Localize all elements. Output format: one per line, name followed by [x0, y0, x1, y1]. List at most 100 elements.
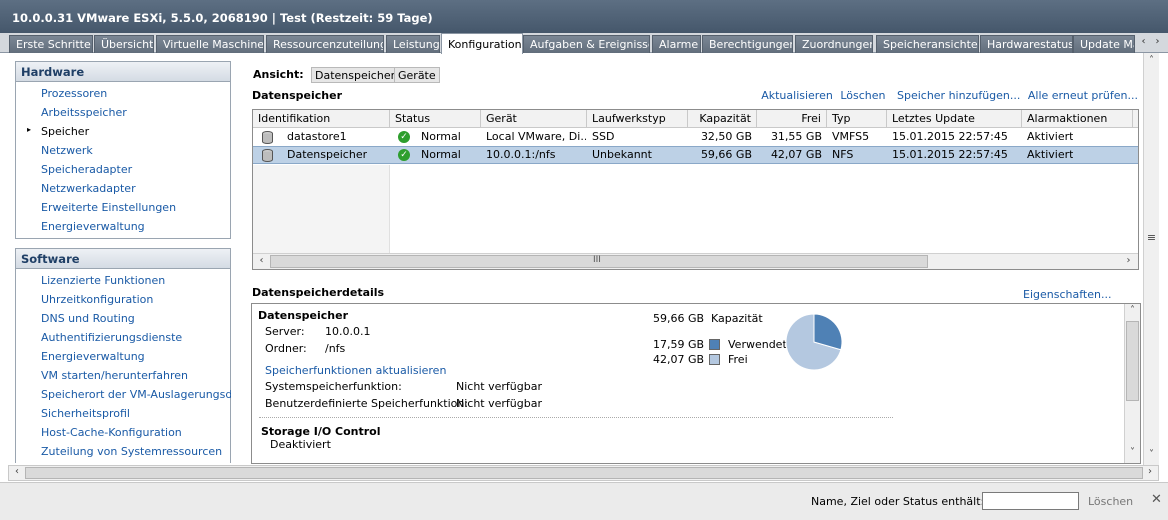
table-row-selected[interactable]: Datenspeicher ✓ Normal 10.0.0.1:/nfs Unb…	[253, 146, 1138, 164]
col-letztes-update[interactable]: Letztes Update	[887, 110, 1022, 128]
delete-link[interactable]: Löschen	[840, 89, 885, 102]
clear-filter-button[interactable]: Löschen	[1088, 495, 1133, 508]
tab-hardwarestatus[interactable]: Hardwarestatus	[980, 35, 1073, 53]
software-section: Software Lizenzierte Funktionen Uhrzeitk…	[15, 248, 231, 463]
cell-identifikation: Datenspeicher	[287, 148, 368, 161]
cell-kapazitaet: 59,66 GB	[700, 148, 752, 161]
nav-item-auslagerungsdatei[interactable]: Speicherort der VM-Auslagerungsdatei	[16, 388, 231, 407]
tab-bar: Erste Schritte Übersicht Virtuelle Masch…	[0, 33, 1168, 54]
tab-virtuelle-maschinen[interactable]: Virtuelle Maschinen	[156, 35, 264, 53]
tab-aufgaben-ereignisse[interactable]: Aufgaben & Ereignisse	[523, 35, 650, 53]
folder-label: Ordner:	[265, 342, 307, 355]
page-scroll-left-icon[interactable]: ‹	[10, 466, 24, 480]
nav-item-prozessoren[interactable]: Prozessoren	[16, 87, 230, 106]
cell-typ: NFS	[832, 148, 854, 161]
page-horizontal-scrollbar[interactable]: ‹ ›	[8, 465, 1159, 481]
status-bar: Name, Ziel oder Status enthält: ▾ Lösche…	[0, 482, 1168, 520]
cell-letztes-update: 15.01.2015 22:57:45	[892, 148, 1008, 161]
filter-label[interactable]: Name, Ziel oder Status enthält: ▾	[811, 495, 993, 508]
nav-item-dns-routing[interactable]: DNS und Routing	[16, 312, 230, 331]
view-datenspeicher-button[interactable]: Datenspeicher	[311, 67, 400, 83]
col-frei[interactable]: Frei	[757, 110, 827, 128]
system-feature-label: Systemspeicherfunktion:	[265, 380, 402, 393]
cell-laufwerkstyp: SSD	[592, 130, 615, 143]
nav-item-netzwerk[interactable]: Netzwerk	[16, 144, 230, 163]
tab-konfiguration[interactable]: Konfiguration	[441, 33, 523, 54]
details-scroll-thumb[interactable]	[1126, 321, 1139, 401]
close-icon[interactable]: ✕	[1151, 492, 1162, 507]
used-value: 17,59 GB	[653, 338, 705, 351]
tab-speicheransichten[interactable]: Speicheransichten	[876, 35, 979, 53]
nav-item-sicherheitsprofil[interactable]: Sicherheitsprofil	[16, 407, 230, 426]
col-geraet[interactable]: Gerät	[481, 110, 587, 128]
nav-item-uhrzeitkonfiguration[interactable]: Uhrzeitkonfiguration	[16, 293, 230, 312]
page-vertical-scrollbar[interactable]: ˄ ≡ ˅	[1143, 53, 1159, 465]
free-legend-swatch	[709, 354, 720, 365]
col-laufwerkstyp[interactable]: Laufwerkstyp	[587, 110, 688, 128]
window-title: 10.0.0.31 VMware ESXi, 5.5.0, 2068190 | …	[0, 0, 1168, 33]
tab-update-manager[interactable]: Update Ma	[1073, 35, 1135, 53]
sioc-status: Deaktiviert	[270, 438, 331, 451]
table-horizontal-scrollbar[interactable]: ‹ III ›	[253, 253, 1138, 269]
tab-ressourcenzuteilung[interactable]: Ressourcenzuteilung	[266, 35, 384, 53]
system-feature-value: Nicht verfügbar	[456, 380, 542, 393]
nav-item-speicher[interactable]: ▸ Speicher	[16, 125, 230, 144]
current-arrow-icon: ▸	[27, 125, 32, 134]
details-name: Datenspeicher	[258, 309, 348, 322]
tab-erste-schritte[interactable]: Erste Schritte	[9, 35, 93, 53]
col-kapazitaet[interactable]: Kapazität	[688, 110, 757, 128]
datastores-heading: Datenspeicher	[252, 89, 342, 102]
col-alarmaktionen[interactable]: Alarmaktionen	[1022, 110, 1133, 128]
nav-item-energieverwaltung-sw[interactable]: Energieverwaltung	[16, 350, 230, 369]
scroll-up-icon[interactable]: ˄	[1126, 305, 1139, 319]
nav-item-netzwerkadapter[interactable]: Netzwerkadapter	[16, 182, 230, 201]
col-identifikation[interactable]: Identifikation	[253, 110, 390, 128]
nav-item-energieverwaltung[interactable]: Energieverwaltung	[16, 220, 230, 239]
chevron-right-icon[interactable]: ›	[1151, 36, 1164, 51]
chevron-left-icon[interactable]: ‹	[1137, 36, 1150, 51]
cell-status: Normal	[421, 148, 461, 161]
scroll-thumb[interactable]: III	[270, 255, 928, 268]
capacity-pie-chart	[785, 313, 843, 371]
details-vertical-scrollbar[interactable]: ˄ ˅	[1124, 304, 1140, 463]
user-feature-label: Benutzerdefinierte Speicherfunktion:	[265, 397, 469, 410]
nav-item-lizenzierte-funktionen[interactable]: Lizenzierte Funktionen	[16, 274, 230, 293]
page-scroll-up-icon[interactable]: ˄	[1145, 55, 1158, 69]
free-label: Frei	[728, 353, 748, 366]
refresh-link[interactable]: Aktualisieren	[761, 89, 833, 102]
col-status[interactable]: Status	[390, 110, 481, 128]
status-ok-icon: ✓	[398, 149, 410, 161]
scroll-left-icon[interactable]: ‹	[254, 255, 269, 268]
properties-link[interactable]: Eigenschaften...	[1023, 288, 1111, 301]
filter-input[interactable]	[982, 492, 1079, 510]
tab-zuordnungen[interactable]: Zuordnungen	[795, 35, 873, 53]
cell-identifikation: datastore1	[287, 130, 347, 143]
tab-leistung[interactable]: Leistung	[386, 35, 440, 53]
cell-typ: VMFS5	[832, 130, 870, 143]
table-header: Identifikation Status Gerät Laufwerkstyp…	[253, 110, 1138, 128]
tab-alarme[interactable]: Alarme	[652, 35, 701, 53]
page-scroll-right-icon[interactable]: ›	[1143, 466, 1157, 480]
details-divider	[259, 417, 893, 418]
nav-item-host-cache[interactable]: Host-Cache-Konfiguration	[16, 426, 230, 445]
rescan-all-link[interactable]: Alle erneut prüfen...	[1028, 89, 1138, 102]
col-typ[interactable]: Typ	[827, 110, 887, 128]
update-storage-features-link[interactable]: Speicherfunktionen aktualisieren	[265, 364, 446, 377]
page-scroll-thumb[interactable]	[25, 467, 1143, 479]
tab-berechtigungen[interactable]: Berechtigungen	[702, 35, 793, 53]
nav-item-speicher-label: Speicher	[41, 125, 90, 138]
add-storage-link[interactable]: Speicher hinzufügen...	[897, 89, 1020, 102]
nav-item-arbeitsspeicher[interactable]: Arbeitsspeicher	[16, 106, 230, 125]
nav-item-authentifizierungsdienste[interactable]: Authentifizierungsdienste	[16, 331, 230, 350]
scroll-right-icon[interactable]: ›	[1121, 255, 1136, 268]
tab-uebersicht[interactable]: Übersicht	[94, 35, 154, 53]
datastore-icon	[262, 149, 273, 162]
view-geraete-button[interactable]: Geräte	[394, 67, 440, 83]
nav-item-erweiterte-einstellungen[interactable]: Erweiterte Einstellungen	[16, 201, 230, 220]
nav-item-vm-starten[interactable]: VM starten/herunterfahren	[16, 369, 230, 388]
nav-item-systemressourcen[interactable]: Zuteilung von Systemressourcen	[16, 445, 230, 463]
page-scroll-down-icon[interactable]: ˅	[1145, 449, 1158, 463]
table-row[interactable]: datastore1 ✓ Normal Local VMware, Di... …	[253, 128, 1138, 146]
nav-item-speicheradapter[interactable]: Speicheradapter	[16, 163, 230, 182]
scroll-down-icon[interactable]: ˅	[1126, 447, 1139, 461]
